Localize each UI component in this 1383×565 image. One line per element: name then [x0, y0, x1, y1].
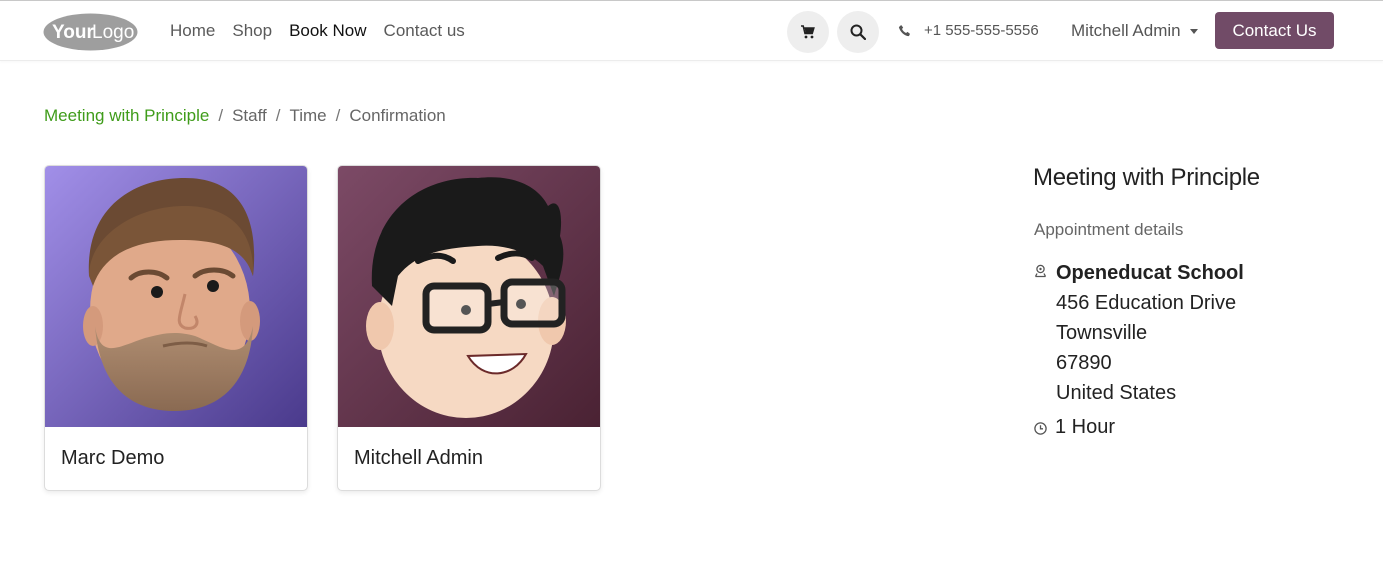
staff-avatar — [338, 166, 600, 427]
chevron-down-icon — [1189, 29, 1198, 34]
address-street: 456 Education Drive — [1056, 292, 1237, 314]
nav-home[interactable]: Home — [170, 21, 215, 41]
address-company: Openeducat School — [1056, 262, 1244, 284]
location-icon — [1034, 264, 1047, 278]
address-country: United States — [1056, 382, 1177, 404]
breadcrumb-time: Time — [289, 106, 327, 125]
breadcrumb-separator: / — [218, 106, 224, 125]
cart-icon — [801, 25, 815, 39]
appointment-title: Meeting with Principle — [1033, 164, 1260, 191]
user-name: Mitchell Admin — [1071, 20, 1181, 40]
appointment-duration: 1 Hour — [1055, 416, 1116, 438]
address-zip: 67890 — [1056, 352, 1112, 374]
logo-text-light: Logo — [92, 22, 134, 43]
breadcrumb-appointment[interactable]: Meeting with Principle — [44, 106, 209, 126]
breadcrumb: Meeting with Principle / Staff / Time / … — [44, 106, 446, 126]
appointment-address: Openeducat School 456 Education Drive To… — [1056, 258, 1244, 408]
logo-graphic: Your Logo — [43, 13, 138, 51]
staff-card-marc-demo[interactable]: Marc Demo — [44, 165, 308, 491]
search-button[interactable] — [837, 11, 879, 53]
logo-text: Your — [52, 22, 94, 43]
breadcrumb-confirmation: Confirmation — [349, 106, 446, 125]
user-menu[interactable]: Mitchell Admin — [1071, 1, 1198, 60]
breadcrumb-separator: / — [275, 106, 281, 125]
phone-icon — [898, 24, 910, 36]
clock-icon — [1034, 422, 1047, 435]
breadcrumb-separator: / — [335, 106, 341, 125]
staff-avatar — [45, 166, 307, 427]
nav-book-now[interactable]: Book Now — [289, 21, 366, 41]
nav-contact[interactable]: Contact us — [384, 21, 465, 41]
main-nav: Home Shop Book Now Contact us — [170, 1, 482, 60]
site-header: Your Logo Home Shop Book Now Contact us … — [0, 1, 1383, 61]
breadcrumb-staff: Staff — [232, 106, 267, 125]
phone-link[interactable]: +1 555-555-5556 — [898, 1, 1039, 60]
contact-us-button[interactable]: Contact Us — [1215, 12, 1334, 49]
appointment-details-heading: Appointment details — [1034, 220, 1184, 239]
site-logo[interactable]: Your Logo — [43, 13, 138, 51]
phone-number: +1 555-555-5556 — [924, 22, 1039, 39]
staff-card-mitchell-admin[interactable]: Mitchell Admin — [337, 165, 601, 491]
search-icon — [850, 24, 866, 40]
staff-name: Marc Demo — [61, 447, 165, 469]
staff-name: Mitchell Admin — [354, 447, 483, 469]
cart-button[interactable] — [787, 11, 829, 53]
nav-shop[interactable]: Shop — [232, 21, 272, 41]
address-city: Townsville — [1056, 322, 1148, 344]
